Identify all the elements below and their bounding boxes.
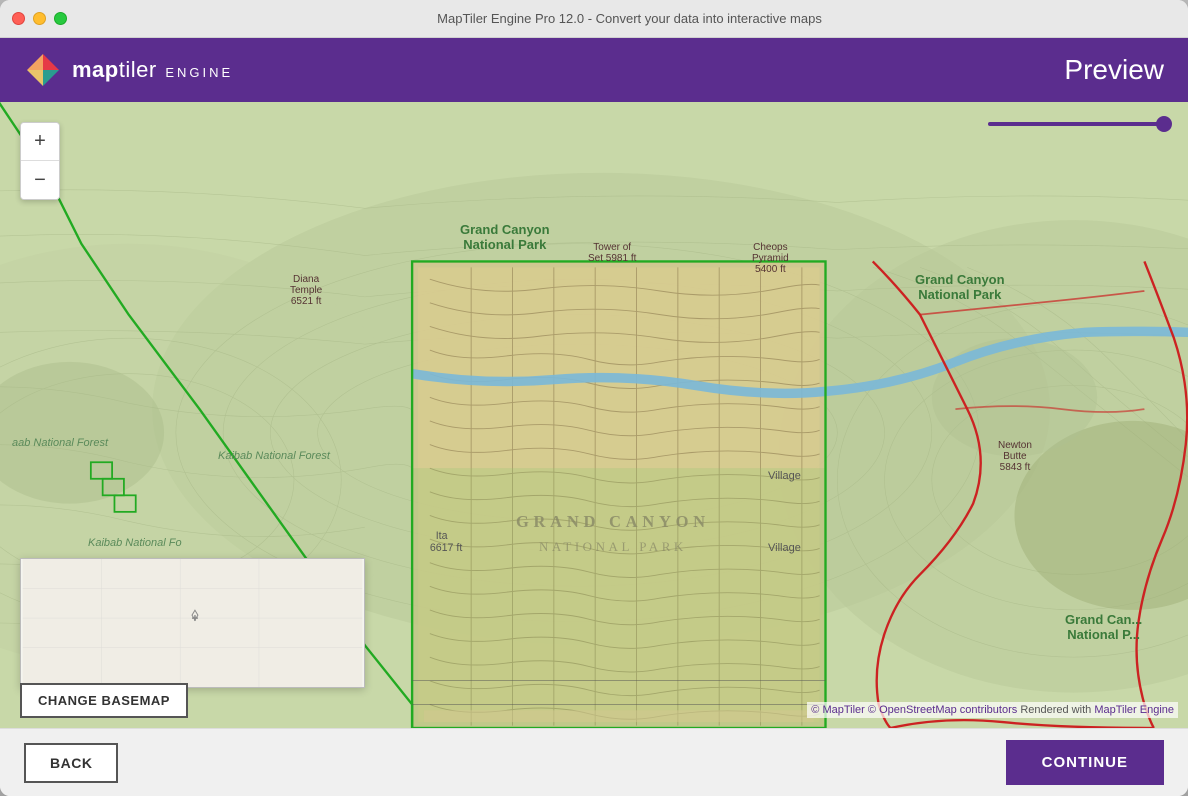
label-village-1: Village <box>768 470 801 482</box>
svg-text:Ita: Ita <box>436 530 448 542</box>
continue-button[interactable]: CONTINUE <box>1006 740 1164 785</box>
close-button[interactable] <box>12 12 25 25</box>
zoom-out-button[interactable]: − <box>21 161 59 199</box>
slider-thumb[interactable] <box>1156 116 1172 132</box>
opacity-slider[interactable] <box>988 122 1168 126</box>
label-diana-temple: DianaTemple6521 ft <box>290 274 322 307</box>
change-basemap-button[interactable]: CHANGE BASEMAP <box>20 683 188 718</box>
map-attribution: © MapTiler © OpenStreetMap contributors … <box>807 702 1178 718</box>
label-newton-butte: NewtonButte5843 ft <box>998 440 1032 473</box>
osm-link[interactable]: © OpenStreetMap contributors <box>868 704 1017 716</box>
label-tower-of-set: Tower ofSet 5981 ft <box>588 242 636 264</box>
mini-map <box>20 558 365 688</box>
slider-track <box>988 122 1168 126</box>
logo-text-area: maptiler ENGINE <box>72 57 233 83</box>
label-village-2: Village <box>768 542 801 554</box>
zoom-in-button[interactable]: + <box>21 123 59 161</box>
logo-engine: ENGINE <box>165 65 233 80</box>
title-bar: MapTiler Engine Pro 12.0 - Convert your … <box>0 0 1188 38</box>
map-container[interactable]: GRAND CANYON NATIONAL PARK Ita 6617 ft G… <box>0 102 1188 728</box>
logo-tiler: tiler <box>119 57 157 82</box>
traffic-lights <box>12 12 67 25</box>
logo-text: maptiler <box>72 57 163 82</box>
main-content: GRAND CANYON NATIONAL PARK Ita 6617 ft G… <box>0 102 1188 728</box>
preview-label: Preview <box>1064 54 1164 86</box>
svg-text:NATIONAL PARK: NATIONAL PARK <box>539 539 687 554</box>
logo-area: maptiler ENGINE <box>24 51 233 89</box>
zoom-controls: + − <box>20 122 60 200</box>
maptiler-logo-icon <box>24 51 62 89</box>
minimize-button[interactable] <box>33 12 46 25</box>
maptiler-link[interactable]: © MapTiler <box>811 704 865 716</box>
logo-map: map <box>72 57 119 82</box>
rendered-with-text: Rendered with <box>1020 704 1091 716</box>
maximize-button[interactable] <box>54 12 67 25</box>
mini-map-svg <box>21 559 364 687</box>
label-cheops-pyramid: CheopsPyramid5400 ft <box>752 242 789 275</box>
back-button[interactable]: BACK <box>24 743 118 783</box>
window-title: MapTiler Engine Pro 12.0 - Convert your … <box>83 11 1176 26</box>
footer: BACK CONTINUE <box>0 728 1188 796</box>
engine-link[interactable]: MapTiler Engine <box>1094 704 1174 716</box>
app-window: MapTiler Engine Pro 12.0 - Convert your … <box>0 0 1188 796</box>
svg-text:6617 ft: 6617 ft <box>430 542 463 554</box>
svg-text:GRAND CANYON: GRAND CANYON <box>516 512 710 531</box>
app-header: maptiler ENGINE Preview <box>0 38 1188 102</box>
